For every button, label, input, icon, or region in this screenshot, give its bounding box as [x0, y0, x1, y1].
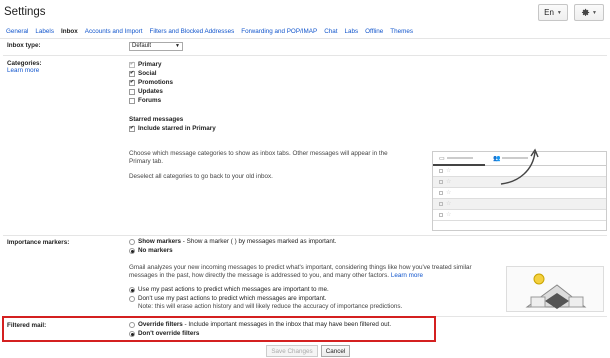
importance-desc-2: messages in the past, how directly the m… [129, 272, 423, 281]
no-markers-option[interactable]: No markers [129, 247, 173, 255]
gear-icon [581, 8, 590, 16]
inbox-icon: ▭ [439, 155, 473, 162]
category-promotions[interactable]: ✔ Promotions [129, 79, 173, 86]
preview-row: ☆ [433, 199, 606, 210]
chevron-down-icon: ▼ [592, 9, 597, 16]
importance-desc-2-text: messages in the past, how directly the m… [129, 272, 390, 279]
categories-help-text-2: Primary tab. [129, 158, 163, 165]
language-button[interactable]: En ▼ [538, 4, 568, 21]
category-label: Updates [138, 88, 163, 95]
category-label: Primary [138, 61, 162, 68]
categories-help-text-1: Choose which message categories to show … [129, 150, 388, 157]
forums-checkbox[interactable] [129, 97, 135, 104]
dont-use-past-actions-label: Don't use my past actions to predict whi… [138, 295, 327, 302]
importance-note: Note: this will erase action history and… [138, 303, 403, 310]
primary-checkbox: ✔ [129, 61, 135, 68]
tab-inbox[interactable]: Inbox [61, 28, 78, 38]
category-social[interactable]: ✔ Social [129, 70, 157, 77]
importance-markers-label: Importance markers: [7, 239, 70, 246]
show-markers-title: Show markers [138, 238, 182, 245]
use-past-actions-label: Use my past actions to predict which mes… [138, 286, 329, 293]
inbox-type-label: Inbox type: [7, 42, 41, 49]
chevron-down-icon: ▼ [556, 9, 562, 16]
tab-chat[interactable]: Chat [324, 28, 337, 38]
inbox-type-select[interactable]: Default ▼ [129, 42, 183, 51]
tab-offline[interactable]: Offline [365, 28, 383, 38]
category-label: Forums [138, 97, 162, 104]
settings-gear-button[interactable]: ▼ [574, 4, 604, 21]
dont-use-past-actions-radio[interactable] [129, 296, 135, 302]
save-changes-button[interactable]: Save Changes [266, 345, 318, 357]
divider [3, 235, 607, 236]
importance-learn-more-link[interactable]: Learn more [391, 272, 423, 279]
starred-heading: Starred messages [129, 116, 184, 123]
settings-header: Settings En ▼ ▼ [0, 0, 610, 28]
use-past-actions-radio[interactable] [129, 287, 135, 293]
inbox-tabs-preview-image: ▭ 👥 ☆ ☆ ☆ ☆ ☆ [432, 148, 607, 231]
show-markers-desc: - Show a marker ( ) by messages marked a… [181, 238, 337, 245]
category-label: Promotions [138, 79, 173, 86]
inbox-type-value: Default [132, 43, 152, 49]
tab-forwarding[interactable]: Forwarding and POP/IMAP [241, 28, 317, 38]
page-title: Settings [4, 6, 46, 18]
tab-labs[interactable]: Labs [345, 28, 359, 38]
tab-accounts-and-import[interactable]: Accounts and Import [85, 28, 143, 38]
tab-general[interactable]: General [6, 28, 28, 38]
show-markers-radio[interactable] [129, 239, 135, 245]
social-checkbox[interactable]: ✔ [129, 70, 135, 77]
preview-row: ☆ [433, 210, 606, 221]
dont-use-past-actions-option[interactable]: Don't use my past actions to predict whi… [129, 295, 326, 303]
use-past-actions-option[interactable]: Use my past actions to predict which mes… [129, 286, 329, 294]
filtered-mail-highlight [2, 316, 436, 342]
curved-arrow-icon [500, 148, 539, 185]
tab-labels[interactable]: Labels [35, 28, 54, 38]
categories-label: Categories: [7, 60, 42, 67]
categories-learn-more-link[interactable]: Learn more [7, 67, 39, 74]
category-updates[interactable]: Updates [129, 88, 163, 95]
category-primary: ✔ Primary [129, 61, 161, 68]
category-label: Social [138, 70, 157, 77]
no-markers-label: No markers [138, 247, 173, 254]
mail-pile-icon [525, 273, 587, 309]
cancel-button[interactable]: Cancel [321, 345, 350, 357]
promotions-checkbox[interactable]: ✔ [129, 79, 135, 86]
tab-themes[interactable]: Themes [390, 28, 413, 38]
include-starred-label: Include starred in Primary [138, 125, 216, 132]
language-label: En [544, 8, 554, 17]
chevron-down-icon: ▼ [175, 43, 180, 49]
include-starred-option[interactable]: ✔ Include starred in Primary [129, 125, 216, 132]
category-forums[interactable]: Forums [129, 97, 161, 104]
show-markers-option[interactable]: Show markers - Show a marker ( ) by mess… [129, 238, 336, 246]
importance-illustration [506, 266, 604, 312]
preview-row: ☆ [433, 188, 606, 199]
categories-help-text-3: Deselect all categories to go back to yo… [129, 173, 273, 180]
no-markers-radio[interactable] [129, 248, 135, 254]
include-starred-checkbox[interactable]: ✔ [129, 125, 135, 132]
tab-filters[interactable]: Filters and Blocked Addresses [150, 28, 235, 38]
divider [3, 55, 607, 56]
updates-checkbox[interactable] [129, 88, 135, 95]
settings-tabs: General Labels Inbox Accounts and Import… [0, 28, 610, 39]
